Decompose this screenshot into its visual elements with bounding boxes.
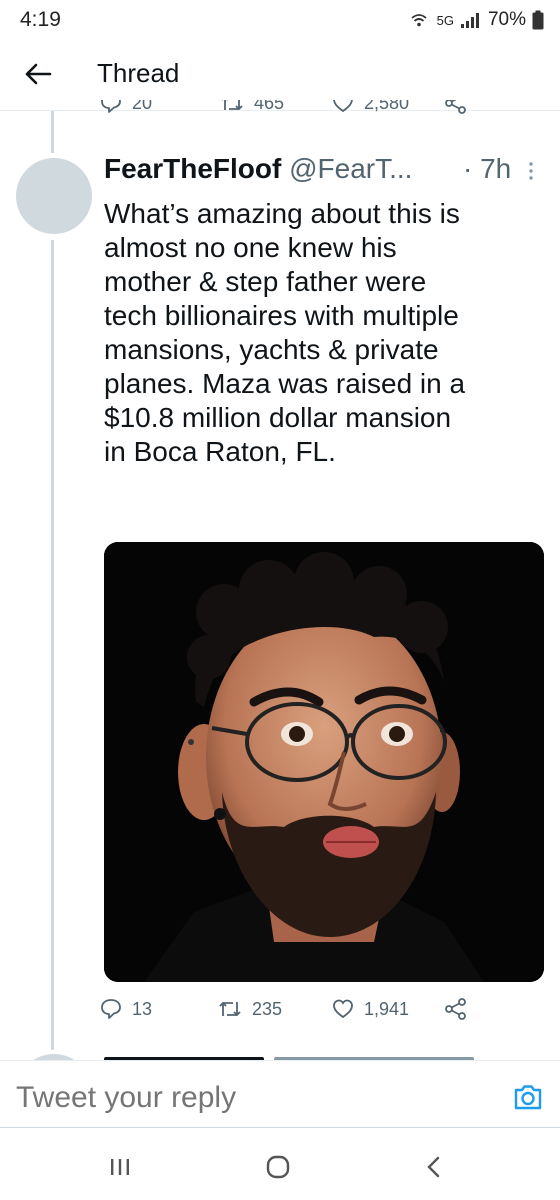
- status-bar: 4:19 5G 70%: [0, 0, 560, 40]
- recent-apps-button[interactable]: [100, 1152, 140, 1182]
- battery-percent: 70%: [487, 9, 526, 30]
- back-button[interactable]: [18, 56, 58, 92]
- thread-line-bottom: [51, 240, 54, 1050]
- retweet-icon: [219, 1002, 241, 1016]
- page-title: Thread: [97, 58, 180, 88]
- tweet-text-line: mansions, yachts & private: [104, 334, 439, 365]
- retweet-action[interactable]: 235: [218, 998, 282, 1020]
- wifi-calling-icon: [411, 14, 427, 27]
- back-nav-button[interactable]: [414, 1152, 454, 1182]
- reply-icon: [101, 100, 121, 113]
- share-icon: [445, 100, 466, 114]
- tweet-text-line: almost no one knew his: [104, 232, 397, 263]
- retweet-icon: [222, 100, 243, 110]
- reply-bar: [0, 1060, 560, 1129]
- status-time: 4:19: [20, 8, 61, 31]
- tweet-text-line: planes. Maza was raised in a: [104, 368, 466, 399]
- more-options-icon[interactable]: [527, 160, 535, 182]
- signal-icon: [460, 13, 479, 28]
- reply-action[interactable]: 13: [100, 998, 152, 1020]
- retweet-count: 235: [252, 998, 283, 1019]
- tweet-text-line: What’s amazing about this is: [104, 198, 460, 229]
- home-button[interactable]: [258, 1152, 298, 1182]
- heart-icon: [333, 100, 353, 113]
- tweet-text-line: mother & step father were: [104, 266, 427, 297]
- next-tweet-preview[interactable]: [0, 1050, 560, 1060]
- camera-button[interactable]: [512, 1081, 544, 1113]
- tweet-text: What’s amazing about this is almost no o…: [104, 197, 544, 469]
- chevron-left-icon: [427, 1156, 440, 1178]
- user-handle[interactable]: @FearT...: [289, 153, 412, 184]
- share-action[interactable]: [444, 100, 468, 114]
- tweet-text-line: in Boca Raton, FL.: [104, 436, 336, 467]
- camera-icon: [514, 1085, 542, 1110]
- share-action[interactable]: [444, 998, 468, 1020]
- thread-line-top: [51, 111, 54, 153]
- retweet-action[interactable]: 465: [220, 100, 284, 114]
- recent-apps-icon: [111, 1159, 129, 1175]
- system-nav-bar: [0, 1128, 560, 1200]
- network-label: 5G: [436, 12, 454, 28]
- arrow-left-icon: [25, 63, 52, 85]
- reply-icon: [101, 999, 121, 1019]
- heart-icon: [333, 999, 353, 1019]
- tweet-header: FearTheFloof @FearT... · 7h: [104, 153, 544, 193]
- like-count: 2,580: [364, 100, 410, 113]
- tweet-text-line: tech billionaires with multiple: [104, 300, 459, 331]
- previous-tweet-actions: 20 465 2,580: [100, 100, 480, 126]
- like-count: 1,941: [364, 998, 410, 1019]
- reply-input[interactable]: [16, 1081, 486, 1115]
- tweet-text-line: $10.8 million dollar mansion: [104, 402, 452, 433]
- display-name[interactable]: FearTheFloof: [104, 153, 281, 184]
- like-action[interactable]: 2,580: [332, 100, 409, 114]
- avatar[interactable]: [16, 158, 92, 234]
- reply-count: 13: [132, 998, 153, 1019]
- battery-icon: [532, 10, 544, 30]
- portrait-image: [104, 542, 544, 982]
- tweet-time[interactable]: · 7h: [463, 153, 511, 185]
- reply-action[interactable]: 20: [100, 100, 152, 114]
- share-icon: [445, 998, 466, 1020]
- retweet-count: 465: [254, 100, 285, 113]
- home-icon: [266, 1155, 290, 1179]
- reply-count: 20: [132, 100, 153, 113]
- like-action[interactable]: 1,941: [332, 998, 409, 1020]
- tweet-photo[interactable]: [104, 542, 544, 982]
- tweet-actions: 13 235 1,941: [100, 996, 480, 1026]
- status-icons: 5G 70%: [409, 9, 544, 31]
